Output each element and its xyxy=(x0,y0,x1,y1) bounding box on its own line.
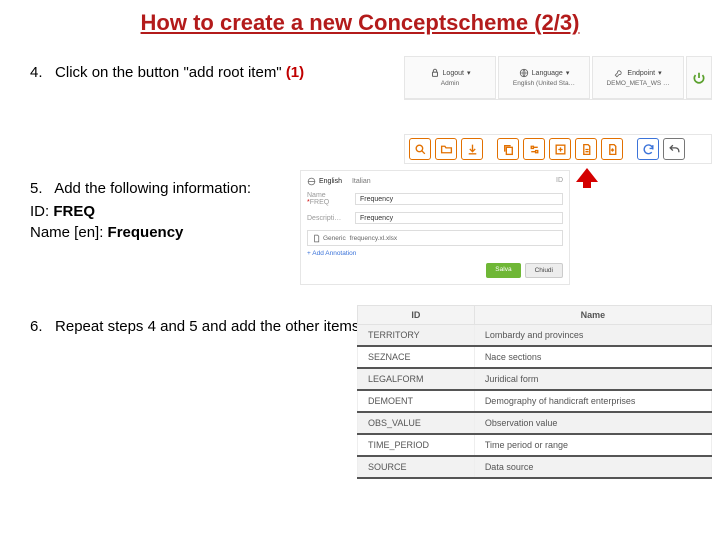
tab-italian[interactable]: Italian xyxy=(352,177,371,186)
add-root-item-button[interactable] xyxy=(549,138,571,160)
wrench-icon xyxy=(614,68,624,78)
form-id-header: ID xyxy=(556,177,563,186)
form-desc-label: Descripti… xyxy=(307,215,349,222)
add-annotation-link[interactable]: + Add Annotation xyxy=(307,250,563,257)
copy-icon xyxy=(502,143,515,156)
tab-english[interactable]: English xyxy=(307,177,342,186)
chevron-down-icon: ▾ xyxy=(467,69,471,77)
file-plus-icon xyxy=(606,143,619,156)
page-title: How to create a new Conceptscheme (2/3) xyxy=(0,0,720,54)
logout-button[interactable]: Logout ▾ Admin xyxy=(404,56,496,99)
attachment-row[interactable]: Generic frequency.xl.xlsx xyxy=(307,230,563,246)
search-button[interactable] xyxy=(409,138,431,160)
tools-button[interactable] xyxy=(523,138,545,160)
step-4-ref: (1) xyxy=(286,64,304,81)
language-label: Language xyxy=(532,70,563,77)
lock-icon xyxy=(430,68,440,78)
endpoint-sub: DEMO_META_WS … xyxy=(606,80,669,87)
refresh-icon xyxy=(642,143,655,156)
chevron-down-icon: ▾ xyxy=(658,69,662,77)
power-button[interactable] xyxy=(686,56,712,99)
step-4-num: 4. xyxy=(30,64,43,81)
download-icon xyxy=(466,143,479,156)
step-5-text: Add the following information: xyxy=(54,180,251,197)
document-icon xyxy=(580,143,593,156)
folder-icon xyxy=(440,143,453,156)
cancel-button[interactable]: Chiudi xyxy=(525,263,563,278)
step-5-id-label: ID: xyxy=(30,203,49,220)
undo-icon xyxy=(668,143,681,156)
step-5-name-value: Frequency xyxy=(108,224,184,241)
annotation-arrow-icon xyxy=(574,168,600,188)
generic-label: Generic xyxy=(323,235,346,242)
refresh-button[interactable] xyxy=(637,138,659,160)
table-row[interactable]: SOURCEData source xyxy=(358,456,712,478)
endpoint-label: Endpoint xyxy=(627,70,655,77)
description-input[interactable]: Frequency xyxy=(355,212,563,224)
open-button[interactable] xyxy=(435,138,457,160)
name-input[interactable]: Frequency xyxy=(355,193,563,205)
tab-italian-label: Italian xyxy=(352,178,371,185)
item-form: English Italian ID Name *FREQ Frequency … xyxy=(300,170,570,285)
col-name: Name xyxy=(474,306,711,325)
form-name-label: Name *FREQ xyxy=(307,192,349,206)
logout-sub: Admin xyxy=(441,80,459,87)
col-id: ID xyxy=(358,306,475,325)
globe-icon xyxy=(519,68,529,78)
search-icon xyxy=(414,143,427,156)
step-4-text: Click on the button "add root item" xyxy=(55,64,282,81)
add-root-item-icon xyxy=(554,143,567,156)
table-row[interactable]: DEMOENTDemography of handicraft enterpri… xyxy=(358,390,712,412)
add-file-button[interactable] xyxy=(601,138,623,160)
tab-english-label: English xyxy=(319,178,342,185)
language-sub: English (United Sta… xyxy=(513,80,575,87)
tools-icon xyxy=(528,143,541,156)
chevron-down-icon: ▾ xyxy=(566,69,570,77)
generic-value: frequency.xl.xlsx xyxy=(350,235,398,242)
step-6-num: 6. xyxy=(30,318,43,335)
step-6-text: Repeat steps 4 and 5 and add the other i… xyxy=(55,318,359,335)
file-icon xyxy=(312,234,321,243)
copy-button[interactable] xyxy=(497,138,519,160)
items-table: ID Name TERRITORYLombardy and provinces … xyxy=(357,305,712,479)
step-6: 6. Repeat steps 4 and 5 and add the othe… xyxy=(30,316,390,339)
toolbar xyxy=(404,134,712,164)
table-row[interactable]: TIME_PERIODTime period or range xyxy=(358,434,712,456)
step-5-id-value: FREQ xyxy=(53,203,95,220)
table-row[interactable]: LEGALFORMJuridical form xyxy=(358,368,712,390)
endpoint-select[interactable]: Endpoint ▾ DEMO_META_WS … xyxy=(592,56,684,99)
new-doc-button[interactable] xyxy=(575,138,597,160)
step-5-name-label: Name [en]: xyxy=(30,224,103,241)
table-row[interactable]: SEZNACENace sections xyxy=(358,346,712,368)
globe-icon xyxy=(307,177,316,186)
save-button[interactable]: Salva xyxy=(486,263,520,278)
table-row[interactable]: OBS_VALUEObservation value xyxy=(358,412,712,434)
undo-button[interactable] xyxy=(663,138,685,160)
download-button[interactable] xyxy=(461,138,483,160)
language-select[interactable]: Language ▾ English (United Sta… xyxy=(498,56,590,99)
app-header: Logout ▾ Admin Language ▾ English (Unite… xyxy=(404,56,712,100)
power-icon xyxy=(692,71,706,85)
logout-label: Logout xyxy=(443,70,464,77)
step-4: 4. Click on the button "add root item" (… xyxy=(30,62,390,85)
table-row[interactable]: TERRITORYLombardy and provinces xyxy=(358,325,712,347)
step-5-num: 5. xyxy=(30,180,43,197)
